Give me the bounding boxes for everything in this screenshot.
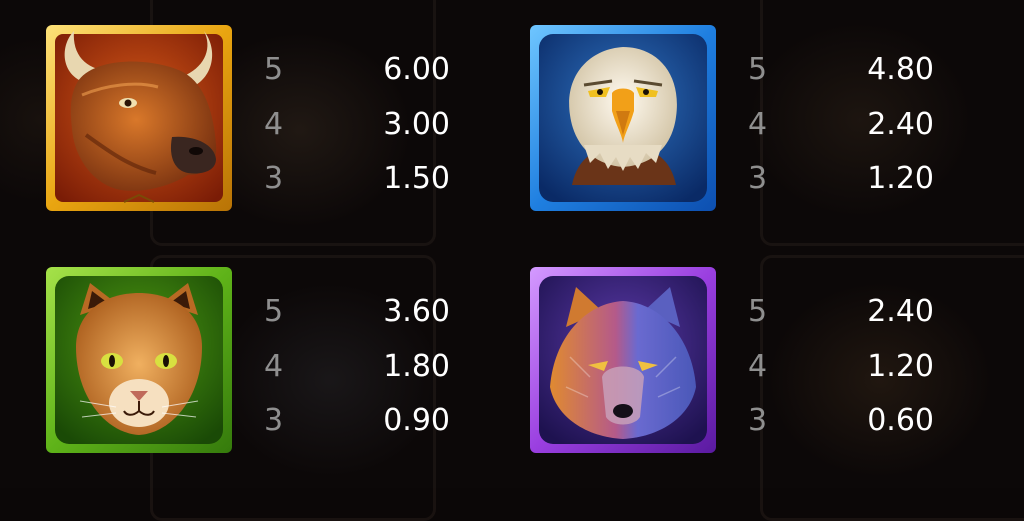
match-count: 3 [264, 160, 284, 196]
match-count: 4 [748, 106, 768, 142]
cougar-payout-row-3: 3 0.90 [264, 400, 450, 440]
wolf-payout-row-3: 3 0.60 [748, 400, 934, 440]
wolf-payout-row-5: 5 2.40 [748, 291, 934, 331]
payout-value: 2.40 [867, 106, 934, 142]
payout-value: 0.60 [867, 402, 934, 438]
payout-value: 0.90 [383, 402, 450, 438]
payout-value: 6.00 [383, 51, 450, 87]
match-count: 4 [264, 348, 284, 384]
bison-symbol-icon [46, 25, 232, 211]
payout-value: 3.00 [383, 106, 450, 142]
cougar-symbol-icon [46, 267, 232, 453]
bison-payout-row-3: 3 1.50 [264, 158, 450, 198]
payout-value: 1.20 [867, 160, 934, 196]
wolf-payout-row-4: 4 1.20 [748, 346, 934, 386]
match-count: 4 [748, 348, 768, 384]
match-count: 3 [748, 160, 768, 196]
match-count: 4 [264, 106, 284, 142]
match-count: 5 [264, 293, 284, 329]
eagle-payout-row-5: 5 4.80 [748, 49, 934, 89]
payout-value: 1.50 [383, 160, 450, 196]
payout-value: 3.60 [383, 293, 450, 329]
payout-value: 1.20 [867, 348, 934, 384]
match-count: 5 [264, 51, 284, 87]
eagle-symbol-icon [530, 25, 716, 211]
match-count: 5 [748, 51, 768, 87]
cougar-payout-row-4: 4 1.80 [264, 346, 450, 386]
cougar-payout-row-5: 5 3.60 [264, 291, 450, 331]
wolf-symbol-icon [530, 267, 716, 453]
match-count: 3 [748, 402, 768, 438]
payout-value: 4.80 [867, 51, 934, 87]
eagle-payout-row-4: 4 2.40 [748, 104, 934, 144]
payout-value: 2.40 [867, 293, 934, 329]
match-count: 5 [748, 293, 768, 329]
bison-payout-row-4: 4 3.00 [264, 104, 450, 144]
bison-payout-row-5: 5 6.00 [264, 49, 450, 89]
match-count: 3 [264, 402, 284, 438]
eagle-payout-row-3: 3 1.20 [748, 158, 934, 198]
payout-value: 1.80 [383, 348, 450, 384]
